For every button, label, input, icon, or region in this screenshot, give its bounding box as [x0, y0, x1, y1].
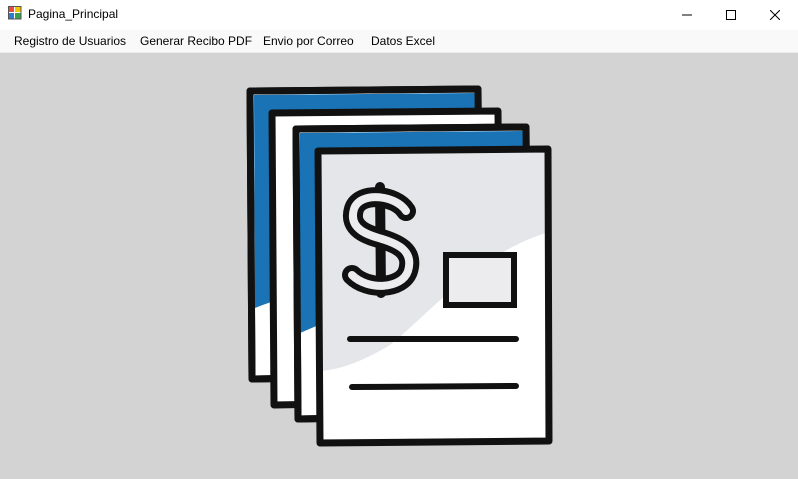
main-window: Pagina_Principal Registro de Usuarios Ge… — [0, 0, 798, 479]
winforms-app-icon — [8, 6, 22, 20]
maximize-icon — [726, 10, 736, 20]
menu-item-registro-usuarios[interactable]: Registro de Usuarios — [14, 34, 126, 48]
menu-bar: Registro de Usuarios Generar Recibo PDF … — [0, 30, 798, 53]
maximize-button[interactable] — [708, 0, 754, 30]
menu-item-datos-excel[interactable]: Datos Excel — [371, 34, 435, 48]
close-icon — [770, 10, 780, 20]
receipt-box — [443, 252, 517, 308]
receipt-line-2 — [349, 383, 519, 390]
close-button[interactable] — [752, 0, 798, 30]
window-title: Pagina_Principal — [28, 7, 119, 21]
menu-item-generar-recibo-pdf[interactable]: Generar Recibo PDF — [140, 34, 252, 48]
minimize-icon — [682, 14, 692, 16]
minimize-button[interactable] — [664, 0, 710, 30]
title-bar[interactable]: Pagina_Principal — [0, 0, 798, 30]
menu-item-envio-correo[interactable]: Envio por Correo — [263, 34, 354, 48]
dollar-sign-icon — [342, 182, 420, 298]
receipts-dollar-illustration — [246, 85, 553, 447]
main-content-area — [0, 53, 798, 479]
